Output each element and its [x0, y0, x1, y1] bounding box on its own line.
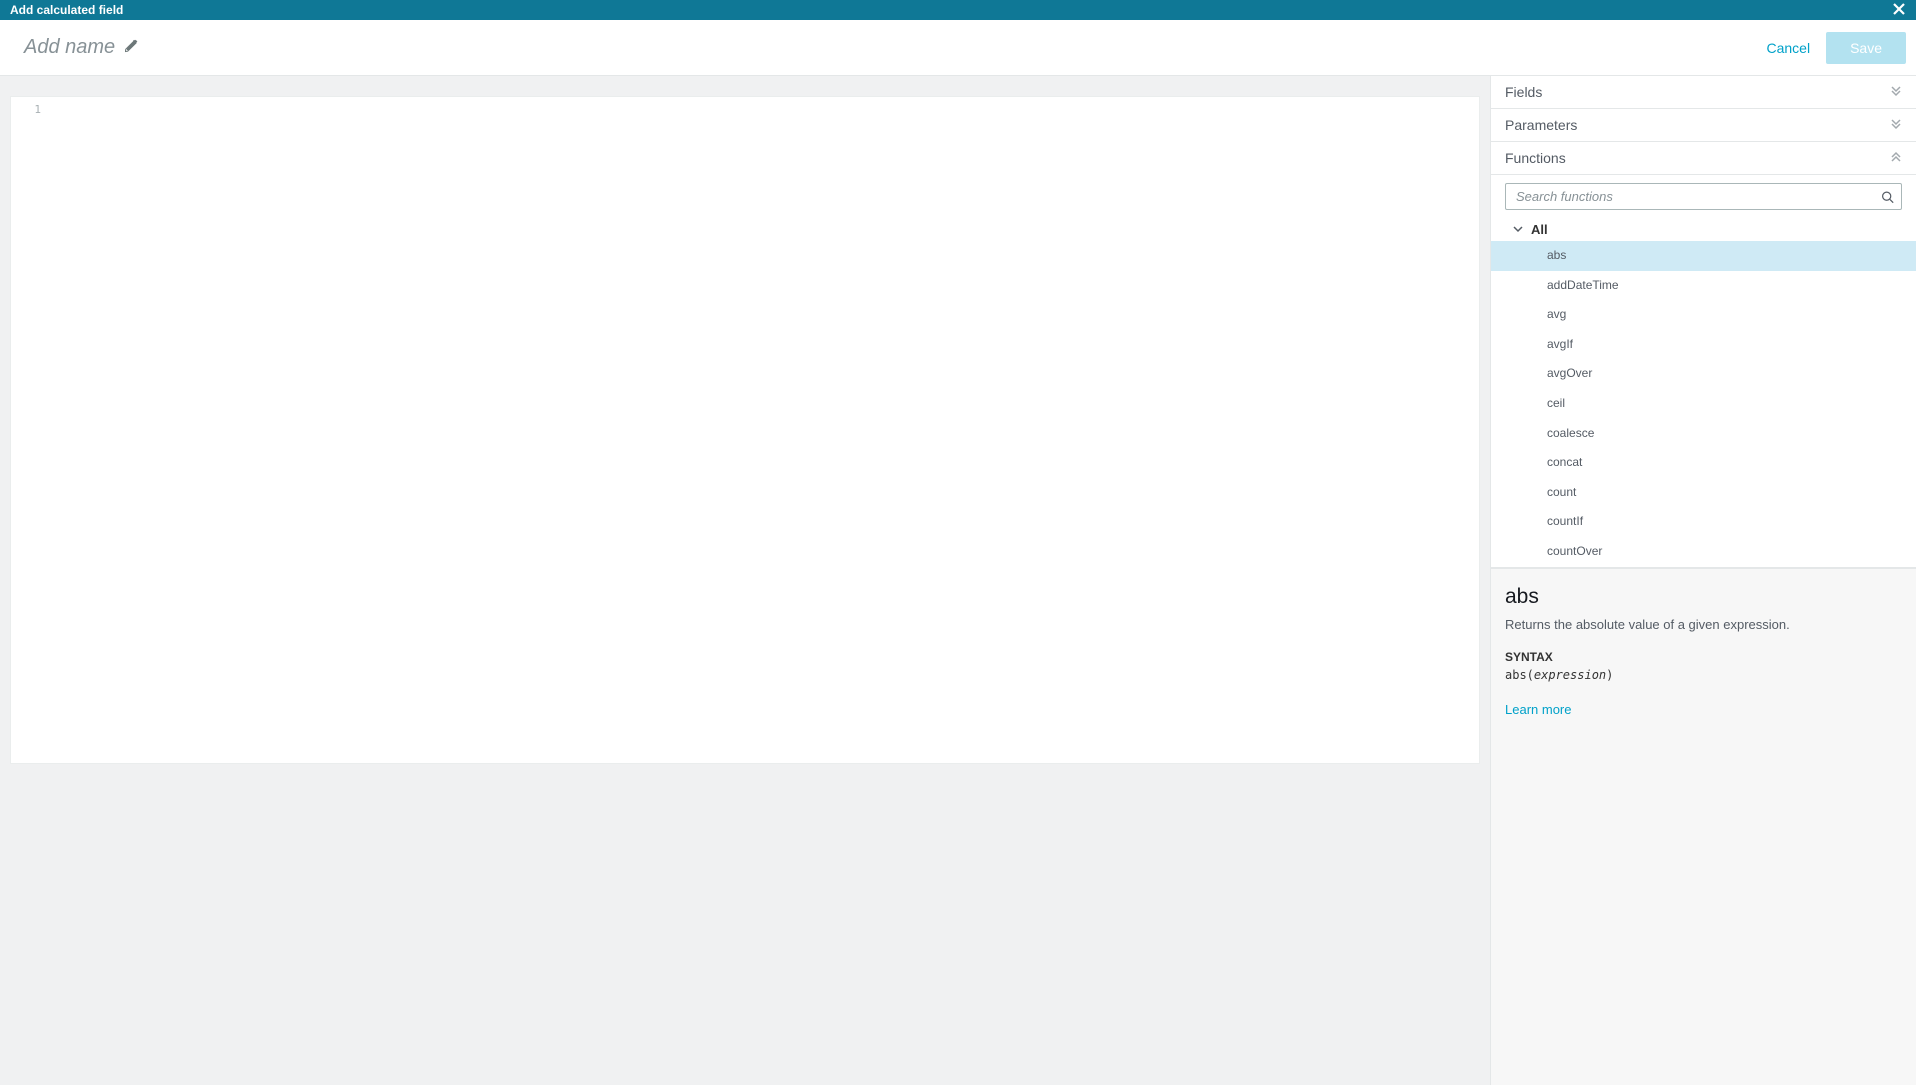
function-item[interactable]: countOver: [1491, 537, 1916, 567]
parameters-section-header[interactable]: Parameters: [1491, 109, 1916, 142]
functions-section-header[interactable]: Functions: [1491, 142, 1916, 175]
function-list[interactable]: All absaddDateTimeavgavgIfavgOverceilcoa…: [1491, 218, 1916, 568]
function-item[interactable]: concat: [1491, 448, 1916, 478]
cancel-button[interactable]: Cancel: [1766, 40, 1810, 56]
doc-syntax: abs(expression): [1505, 668, 1902, 682]
chevron-up-icon: [1890, 151, 1902, 166]
chevron-down-icon: [1890, 118, 1902, 133]
save-button[interactable]: Save: [1826, 32, 1906, 64]
learn-more-link[interactable]: Learn more: [1505, 702, 1902, 717]
formula-editor[interactable]: 1: [10, 96, 1480, 764]
right-panel: Fields Parameters Functions: [1490, 76, 1916, 1085]
chevron-down-icon: [1890, 85, 1902, 100]
function-item[interactable]: avgOver: [1491, 359, 1916, 389]
close-icon[interactable]: [1892, 1, 1906, 19]
line-number: 1: [34, 103, 41, 116]
function-item[interactable]: countIf: [1491, 507, 1916, 537]
functions-body: All absaddDateTimeavgavgIfavgOverceilcoa…: [1491, 175, 1916, 568]
functions-label: Functions: [1505, 150, 1566, 166]
search-input[interactable]: [1505, 183, 1902, 210]
doc-description: Returns the absolute value of a given ex…: [1505, 617, 1902, 632]
function-item[interactable]: avgIf: [1491, 330, 1916, 360]
doc-syntax-label: SYNTAX: [1505, 650, 1902, 664]
editor-gutter: 1: [11, 97, 51, 122]
function-item[interactable]: ceil: [1491, 389, 1916, 419]
name-placeholder: Add name: [24, 36, 115, 59]
function-item[interactable]: avg: [1491, 300, 1916, 330]
titlebar-title: Add calculated field: [10, 3, 123, 17]
doc-panel: abs Returns the absolute value of a give…: [1491, 568, 1916, 1085]
parameters-label: Parameters: [1505, 117, 1577, 133]
name-input-area[interactable]: Add name: [24, 36, 139, 59]
editor-area: 1: [0, 76, 1490, 1085]
doc-title: abs: [1505, 585, 1902, 609]
header: Add name Cancel Save: [0, 20, 1916, 76]
titlebar: Add calculated field: [0, 0, 1916, 20]
fields-label: Fields: [1505, 84, 1542, 100]
header-actions: Cancel Save: [1766, 32, 1906, 64]
caret-down-icon: [1513, 223, 1523, 237]
function-group-all[interactable]: All: [1491, 218, 1916, 241]
search-box: [1505, 183, 1902, 210]
function-item[interactable]: coalesce: [1491, 419, 1916, 449]
fields-section-header[interactable]: Fields: [1491, 76, 1916, 109]
function-group-label: All: [1531, 222, 1548, 237]
function-item[interactable]: count: [1491, 478, 1916, 508]
main: 1 Fields Parameters Functions: [0, 76, 1916, 1085]
pencil-icon[interactable]: [125, 39, 139, 56]
function-item[interactable]: addDateTime: [1491, 271, 1916, 301]
function-item[interactable]: abs: [1491, 241, 1916, 271]
